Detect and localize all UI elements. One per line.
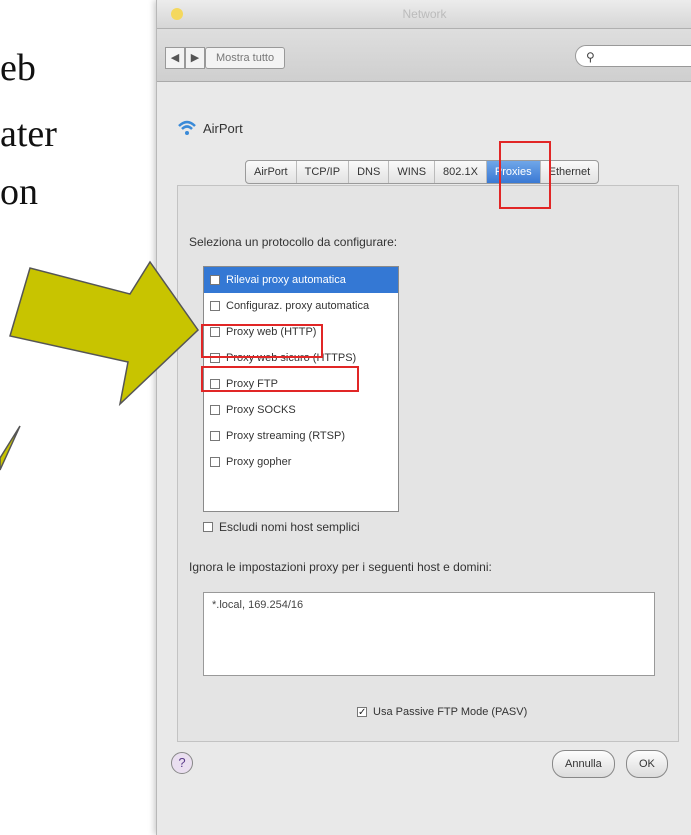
arrow-icon	[0, 260, 199, 471]
